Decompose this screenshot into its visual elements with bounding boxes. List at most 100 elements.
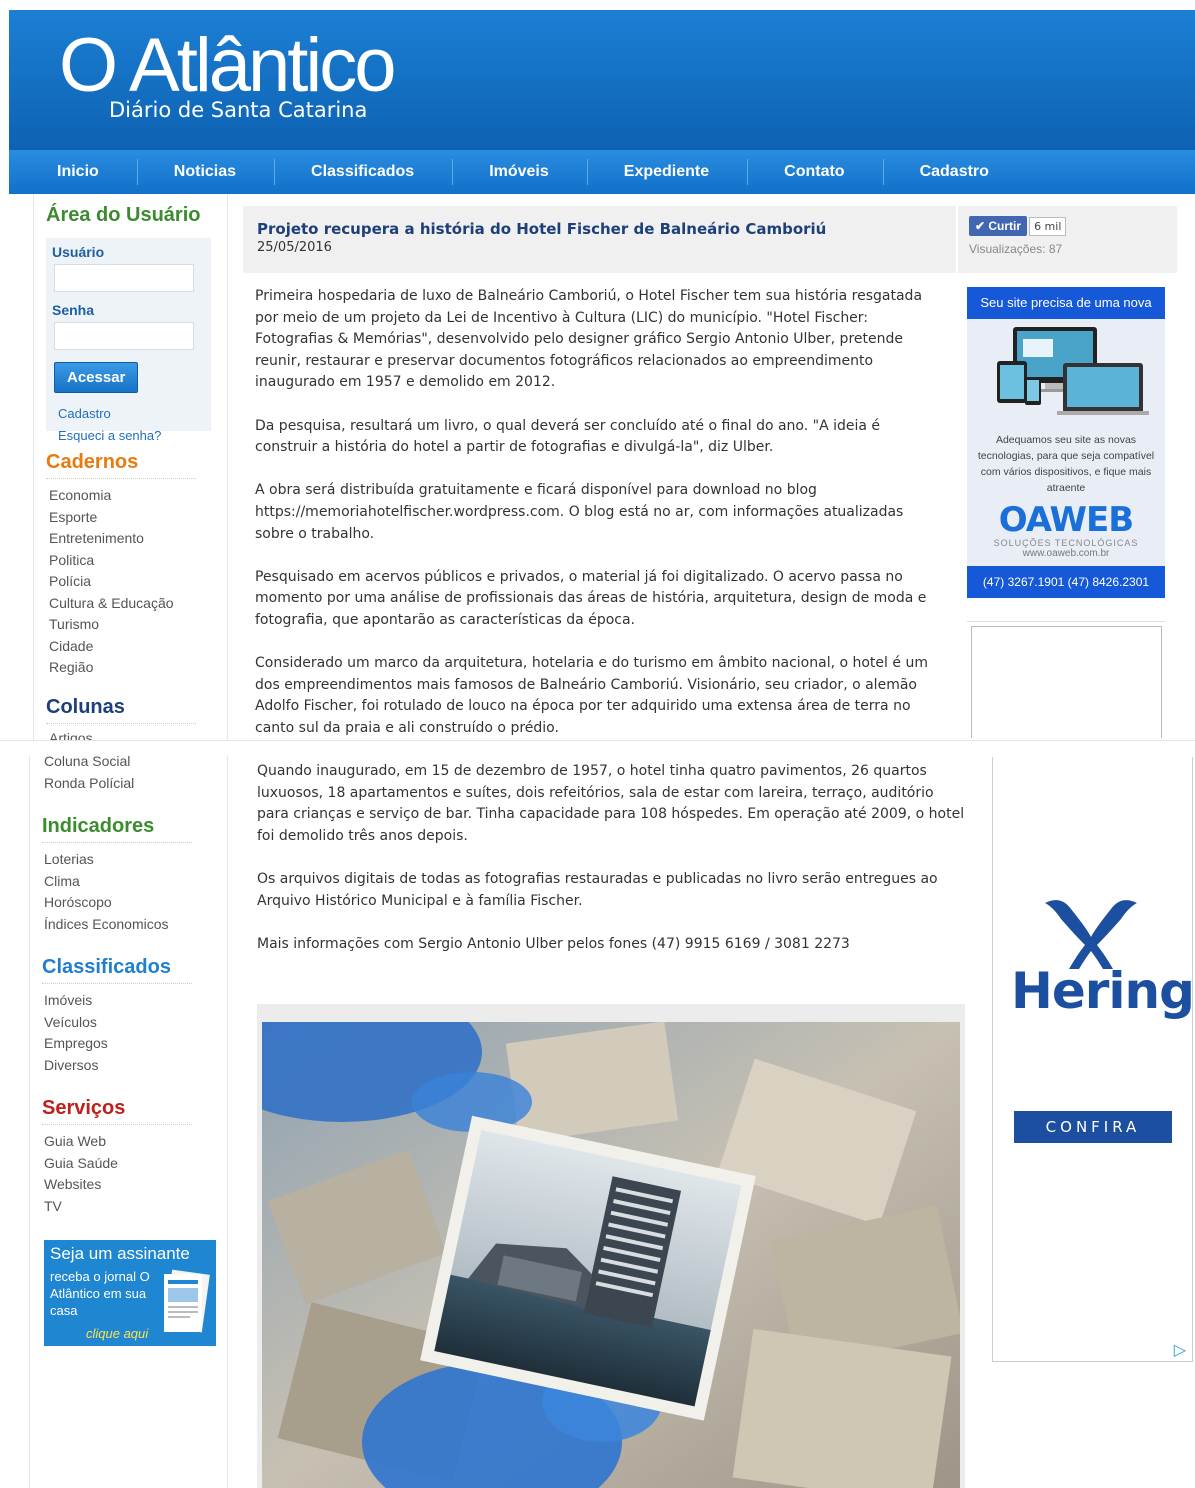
servico-link[interactable]: Guia Web [44, 1131, 192, 1153]
nav-divider [274, 159, 276, 185]
username-input[interactable] [54, 264, 194, 292]
caderno-link[interactable]: Politica [49, 550, 196, 572]
indicador-link[interactable]: Índices Economicos [44, 914, 192, 936]
indicador-link[interactable]: Clima [44, 871, 192, 893]
site-header: O Atlântico Diário de Santa Catarina [9, 10, 1195, 150]
article-photo [262, 1022, 960, 1488]
classificado-link[interactable]: Veículos [44, 1012, 192, 1034]
login-form: Usuário Senha Acessar Cadastro Esqueci a… [46, 238, 211, 443]
caderno-link[interactable]: Entretenimento [49, 528, 196, 550]
oaweb-tagline: SOLUÇÕES TECNOLÓGICAS [993, 538, 1139, 548]
sidebar-border [29, 756, 30, 1488]
hotel-photo-illustration [262, 1022, 960, 1488]
servicos-section: Serviços Guia Web Guia Saúde Websites TV [42, 1097, 192, 1217]
subscribe-text: receba o jornal O Atlântico em sua casa [50, 1269, 150, 1318]
nav-expediente[interactable]: Expediente [624, 150, 747, 194]
caderno-link[interactable]: Esporte [49, 507, 196, 529]
adchoices-icon[interactable]: ▷ [1174, 1340, 1186, 1359]
nav-cadastro[interactable]: Cadastro [920, 150, 1027, 194]
nav-divider [452, 159, 454, 185]
register-link[interactable]: Cadastro [58, 403, 205, 425]
capture-divider [0, 740, 1195, 741]
servico-link[interactable]: Guia Saúde [44, 1153, 192, 1175]
site-logo-title[interactable]: O Atlântico [59, 22, 397, 109]
article-paragraph: Pesquisado em acervos públicos e privado… [255, 568, 927, 628]
indicador-link[interactable]: Horóscopo [44, 892, 192, 914]
oaweb-headline: Seu site precisa de uma nova cara? [967, 287, 1165, 342]
newspaper-icon [164, 1269, 210, 1333]
servico-link[interactable]: Websites [44, 1174, 192, 1196]
nav-classificados[interactable]: Classificados [311, 150, 452, 194]
colunas-continued: Coluna Social Ronda Polícial [44, 751, 134, 794]
nav-imoveis[interactable]: Imóveis [489, 150, 587, 194]
article-paragraph: Mais informações com Sergio Antonio Ulbe… [257, 935, 850, 952]
coluna-link[interactable]: Coluna Social [44, 751, 134, 773]
password-input[interactable] [54, 322, 194, 350]
caderno-link[interactable]: Região [49, 657, 196, 679]
article-paragraph: Quando inaugurado, em 15 de dezembro de … [257, 763, 965, 844]
article-title: Projeto recupera a história do Hotel Fis… [257, 220, 827, 238]
nav-noticias[interactable]: Noticias [174, 150, 274, 194]
password-label: Senha [52, 302, 95, 318]
article-paragraph: Da pesquisa, resultará um livro, o qual … [255, 417, 881, 456]
user-area: Área do Usuário [46, 204, 216, 237]
hering-brand: Hering [1011, 962, 1195, 1020]
ad-divider [967, 621, 1165, 622]
coluna-link[interactable]: Ronda Polícial [44, 773, 134, 795]
user-area-heading: Área do Usuário [46, 204, 201, 226]
indicador-link[interactable]: Loterias [44, 849, 192, 871]
classificado-link[interactable]: Empregos [44, 1033, 192, 1055]
caderno-link[interactable]: Economia [49, 485, 196, 507]
article-header: Projeto recupera a história do Hotel Fis… [243, 206, 956, 273]
subscribe-cta[interactable]: clique aqui [86, 1326, 148, 1341]
colunas-section: Colunas Artigos [46, 696, 196, 740]
forgot-password-link[interactable]: Esqueci a senha? [58, 425, 205, 447]
capture-gap [0, 740, 1195, 756]
colunas-heading: Colunas [46, 696, 196, 724]
classificados-section: Classificados Imóveis Veículos Empregos … [42, 956, 192, 1076]
subscribe-title: Seja um assinante [50, 1244, 190, 1263]
article-social: ✔ Curtir 6 mil Visualizações: 87 [958, 206, 1177, 273]
main-nav: Inicio Noticias Classificados Imóveis Ex… [9, 150, 1195, 194]
servico-link[interactable]: TV [44, 1196, 192, 1218]
oaweb-ad[interactable]: Seu site precisa de uma nova cara? Adequ… [967, 287, 1165, 598]
article-paragraph: A obra será distribuída gratuitamente e … [255, 482, 904, 542]
nav-divider [882, 159, 884, 185]
hering-cta-button[interactable]: CONFIRA [1014, 1111, 1172, 1143]
indicadores-section: Indicadores Loterias Clima Horóscopo Índ… [42, 815, 192, 935]
cadernos-heading: Cadernos [46, 451, 196, 479]
oaweb-text: Adequamos seu site as novas tecnologias,… [977, 434, 1155, 494]
servicos-heading: Serviços [42, 1097, 192, 1125]
login-button[interactable]: Acessar [54, 362, 139, 393]
coluna-link[interactable]: Artigos [49, 728, 196, 740]
hering-ad[interactable]: Hering CONFIRA ▷ [992, 757, 1195, 1362]
devices-icon [997, 327, 1149, 415]
nav-divider [586, 159, 588, 185]
nav-divider [747, 159, 749, 185]
site-logo-subtitle: Diário de Santa Catarina [109, 98, 368, 122]
classificado-link[interactable]: Diversos [44, 1055, 192, 1077]
like-button[interactable]: ✔ Curtir [969, 216, 1028, 236]
nav-contato[interactable]: Contato [784, 150, 882, 194]
view-count: Visualizações: 87 [969, 242, 1063, 256]
nav-inicio[interactable]: Inicio [57, 150, 137, 194]
sidebar-border [227, 756, 228, 1488]
sidebar-border [33, 194, 34, 740]
caderno-link[interactable]: Polícia [49, 571, 196, 593]
caderno-link[interactable]: Turismo [49, 614, 196, 636]
subscribe-banner[interactable]: Seja um assinante receba o jornal O Atlâ… [44, 1240, 216, 1346]
oaweb-phones: (47) 3267.1901 (47) 8426.2301 [967, 566, 1165, 598]
oaweb-url: www.oaweb.com.br [1022, 548, 1110, 559]
indicadores-heading: Indicadores [42, 815, 192, 843]
article-body-top: Primeira hospedaria de luxo de Balneário… [255, 286, 945, 761]
cadernos-section: Cadernos Economia Esporte Entretenimento… [46, 451, 196, 679]
oaweb-brand: OAWEB [998, 500, 1134, 540]
caderno-link[interactable]: Cultura & Educação [49, 593, 196, 615]
like-label: Curtir [988, 219, 1022, 233]
username-label: Usuário [52, 244, 105, 260]
classificado-link[interactable]: Imóveis [44, 990, 192, 1012]
thumb-icon: ✔ [975, 219, 989, 233]
like-count: 6 mil [1029, 217, 1067, 236]
caderno-link[interactable]: Cidade [49, 636, 196, 658]
sidebar-border [227, 194, 228, 740]
